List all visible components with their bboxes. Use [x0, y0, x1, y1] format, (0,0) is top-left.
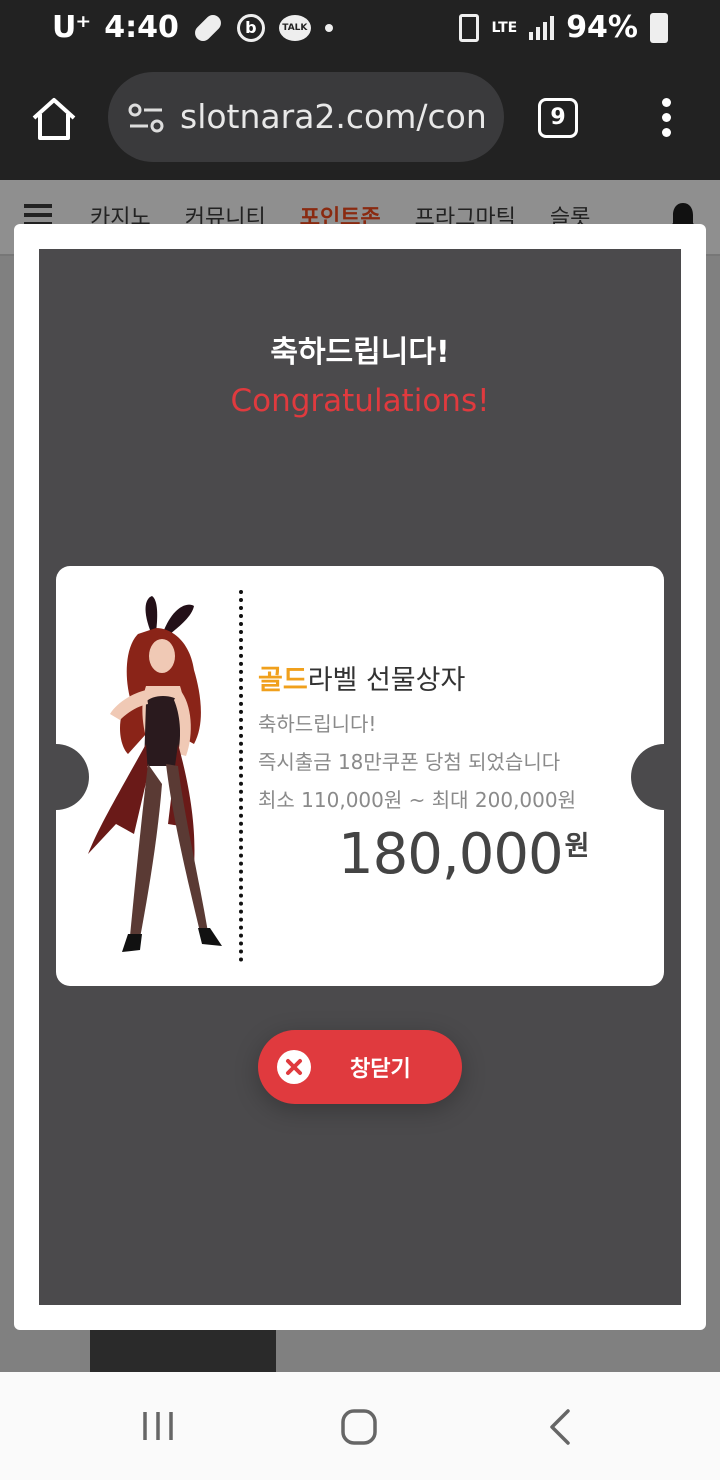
address-bar[interactable]: slotnara2.com/con — [108, 72, 504, 162]
coupon-amount-value: 180,000 — [338, 822, 564, 887]
home-nav-icon[interactable] — [340, 1408, 378, 1446]
url-text[interactable]: slotnara2.com/con — [180, 97, 490, 136]
notification-dot-icon — [324, 23, 333, 32]
coupon-card: 골드라벨 선물상자 축하드립니다! 즉시출금 18만쿠폰 당첨 되었습니다 최소… — [56, 566, 664, 986]
clock: 4:40 — [104, 10, 179, 45]
status-bar: U⁺ 4:40 b TALK LTE 94% — [0, 0, 720, 60]
battery-saver-icon — [459, 13, 480, 42]
coupon-line-1: 축하드립니다! — [258, 712, 377, 736]
coupon-title-rest: 라벨 선물상자 — [307, 665, 466, 696]
overflow-menu-icon[interactable] — [656, 98, 676, 138]
coupon-title-highlight: 골드 — [258, 665, 308, 696]
carrier-label: U⁺ — [52, 10, 91, 45]
home-icon[interactable] — [28, 94, 80, 146]
close-popup-label: 창닫기 — [350, 1057, 411, 1082]
lte-label: LTE — [491, 19, 518, 36]
popup-content: 축하드립니다! Congratulations! 골드라벨 선물상자 축하드립니… — [39, 249, 681, 1305]
recent-apps-icon[interactable] — [140, 1408, 176, 1444]
tab-switcher-button[interactable]: 9 — [538, 98, 578, 138]
coupon-line-3: 최소 110,000원 ~ 최대 200,000원 — [258, 788, 576, 812]
background-image — [90, 1330, 276, 1372]
character-illustration — [88, 596, 222, 952]
pill-icon — [191, 11, 225, 44]
coupon-notch-right — [631, 744, 664, 810]
signal-icon — [529, 15, 555, 40]
b-app-icon: b — [236, 13, 265, 42]
popup-modal: 축하드립니다! Congratulations! 골드라벨 선물상자 축하드립니… — [14, 224, 706, 1330]
coupon-amount-currency: 원 — [564, 831, 590, 862]
coupon-perforation — [239, 590, 243, 962]
browser-toolbar: slotnara2.com/con 9 — [0, 60, 720, 180]
coupon-line-2: 즉시출금 18만쿠폰 당첨 되었습니다 — [258, 750, 561, 774]
coupon-amount: 180,000원 — [338, 822, 590, 887]
coupon-title: 골드라벨 선물상자 — [258, 658, 465, 697]
talk-icon: TALK — [278, 14, 311, 41]
site-settings-icon[interactable] — [126, 98, 166, 138]
close-popup-button[interactable]: 창닫기 — [258, 1030, 462, 1104]
popup-title: 축하드립니다! — [270, 335, 450, 370]
close-icon — [277, 1050, 311, 1084]
popup-subtitle: Congratulations! — [230, 383, 490, 419]
battery-percent: 94% — [566, 10, 638, 45]
battery-icon — [650, 12, 668, 43]
back-icon[interactable] — [546, 1408, 574, 1446]
system-navigation-bar — [0, 1372, 720, 1480]
